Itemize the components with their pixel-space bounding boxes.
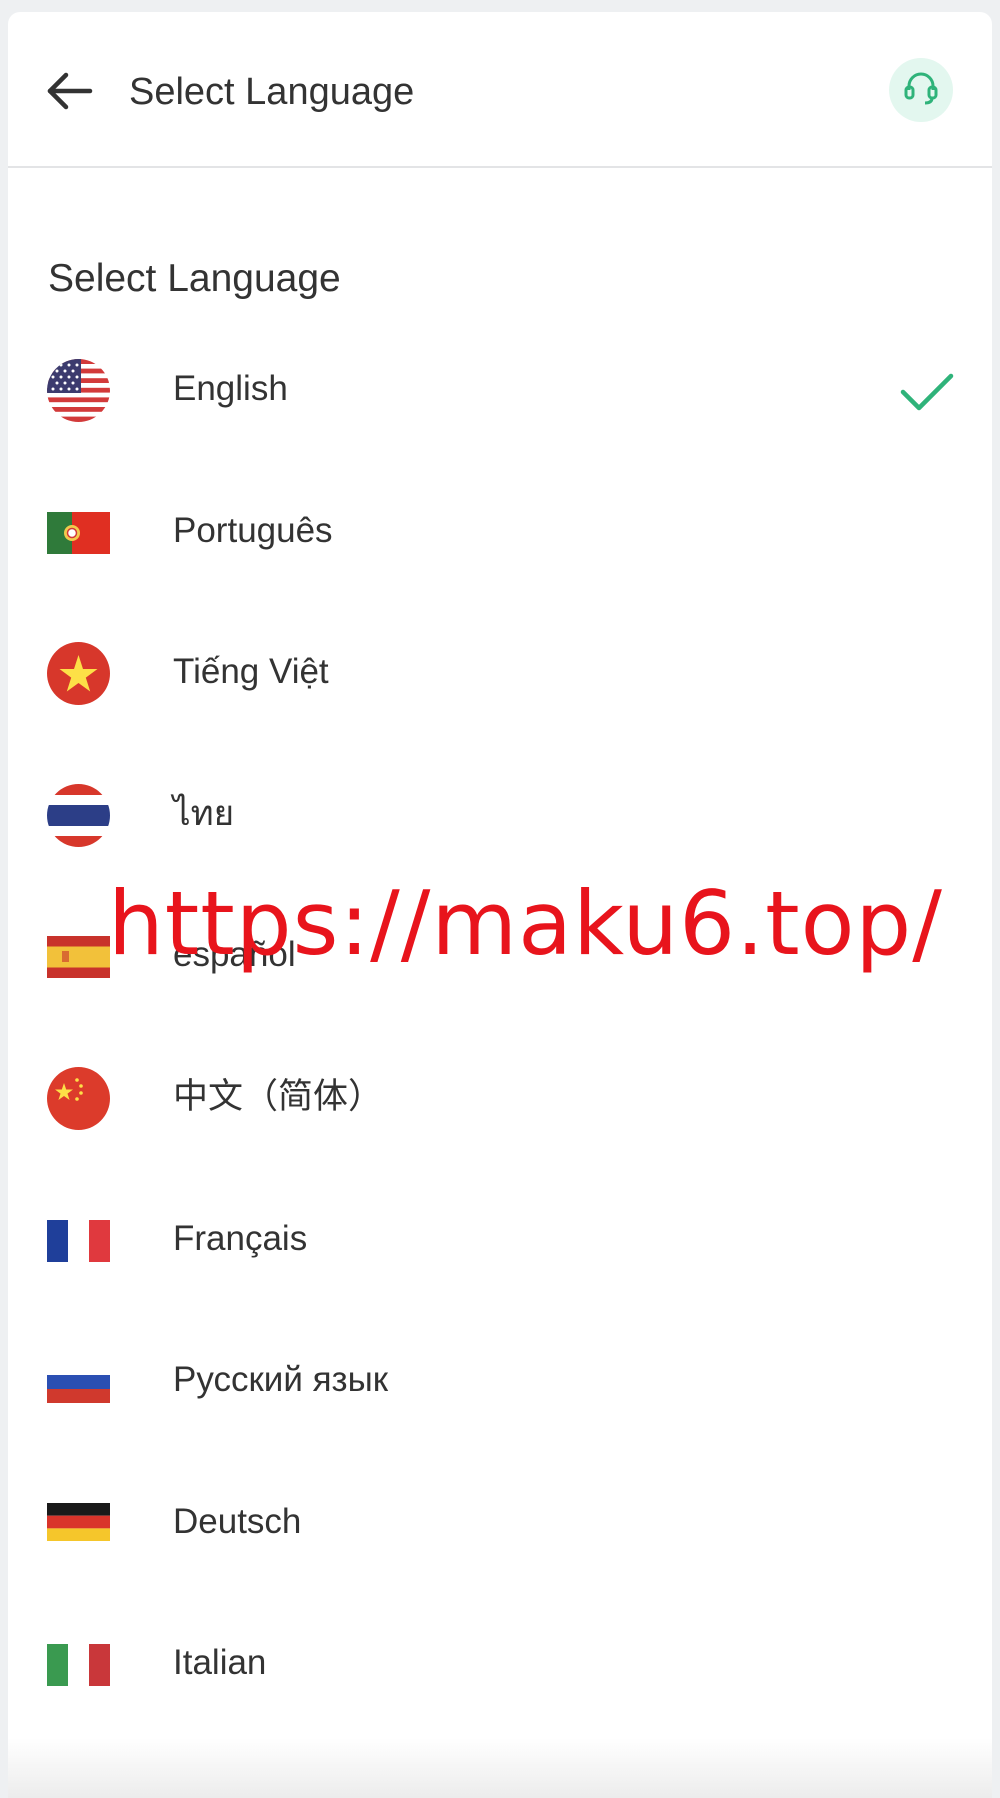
headset-icon	[901, 68, 941, 113]
back-button[interactable]	[42, 66, 98, 116]
watermark-text: https://maku6.top/	[108, 872, 943, 975]
language-label: Português	[173, 510, 333, 550]
language-option-russian[interactable]: Русский язык	[8, 1309, 992, 1451]
page-title: Select Language	[129, 71, 415, 113]
portugal-flag-icon	[47, 511, 110, 554]
language-label: ไทย	[173, 793, 235, 833]
language-label: Русский язык	[173, 1360, 389, 1400]
bottom-edge	[8, 1738, 992, 1798]
arrow-left-icon	[42, 66, 98, 116]
language-label: Italian	[173, 1643, 267, 1683]
italy-flag-icon	[47, 1644, 110, 1687]
language-label: Français	[173, 1218, 308, 1258]
customer-support-button[interactable]	[889, 58, 953, 122]
language-option-english[interactable]: English	[8, 318, 992, 460]
language-option-chinese-simplified[interactable]: 中文（简体）	[8, 1026, 992, 1168]
russia-flag-icon	[47, 1361, 110, 1404]
language-label: Deutsch	[173, 1501, 302, 1541]
france-flag-icon	[47, 1219, 110, 1262]
section-title: Select Language	[48, 257, 341, 300]
spain-flag-icon	[47, 936, 110, 979]
language-option-portuguese[interactable]: Português	[8, 460, 992, 602]
us-flag-icon	[47, 359, 110, 422]
language-label: English	[173, 369, 288, 408]
checkmark-icon	[899, 370, 955, 414]
language-list: English Português Tiếng Việt ไทย español…	[8, 318, 992, 1734]
language-option-vietnamese[interactable]: Tiếng Việt	[8, 601, 992, 743]
vietnam-flag-icon	[47, 642, 110, 706]
germany-flag-icon	[47, 1502, 110, 1541]
language-label: 中文（简体）	[173, 1076, 384, 1116]
language-option-italian[interactable]: Italian	[8, 1592, 992, 1734]
china-flag-icon	[47, 1066, 110, 1130]
thailand-flag-icon	[47, 783, 110, 847]
page-header: Select Language	[8, 12, 992, 168]
language-label: Tiếng Việt	[173, 652, 329, 692]
language-option-german[interactable]: Deutsch	[8, 1451, 992, 1593]
language-option-thai[interactable]: ไทย	[8, 743, 992, 885]
language-option-french[interactable]: Français	[8, 1168, 992, 1310]
